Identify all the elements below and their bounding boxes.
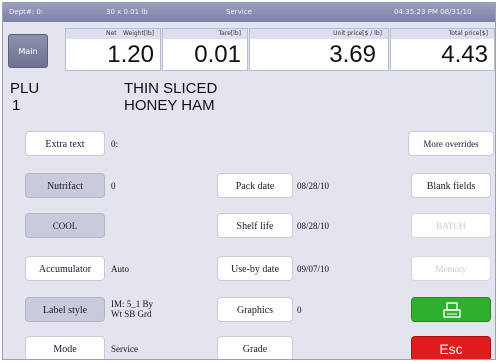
extra-text-value: 0: bbox=[111, 139, 119, 149]
mode-button[interactable]: Mode bbox=[25, 336, 105, 359]
tare-label: Tare[lb] bbox=[163, 29, 247, 39]
nutrifact-button[interactable]: Nutrifact bbox=[25, 173, 105, 198]
total-price-label: Total price[$] bbox=[391, 29, 494, 39]
plu-label: PLU bbox=[10, 80, 40, 97]
scale-capacity-text: 30 x 0.01 lb bbox=[106, 8, 148, 16]
total-price-box: Total price[$] 4.43 bbox=[390, 28, 495, 71]
graphics-value: 0 bbox=[297, 305, 302, 315]
use-by-date-value: 09/07/10 bbox=[297, 264, 330, 274]
printer-icon bbox=[443, 302, 461, 318]
plu-name-line1: THIN SLICED bbox=[124, 80, 218, 97]
net-label: Net bbox=[106, 30, 117, 37]
pack-date-value: 08/28/10 bbox=[297, 181, 330, 191]
graphics-button[interactable]: Graphics bbox=[217, 297, 293, 322]
label-style-button[interactable]: Label style bbox=[25, 297, 105, 322]
print-button[interactable] bbox=[411, 297, 491, 322]
plu-number: 1 bbox=[12, 97, 21, 114]
extra-text-button[interactable]: Extra text bbox=[25, 131, 105, 156]
label-style-value-line2: Wt SB Grd bbox=[111, 309, 152, 319]
plu-name-line2: HONEY HAM bbox=[124, 97, 215, 114]
mode-text: Service bbox=[226, 8, 252, 16]
unit-price-label: Unit price[$ / lb] bbox=[250, 29, 388, 39]
weight-value: 1.20 bbox=[107, 41, 154, 68]
unit-price-value: 3.69 bbox=[329, 41, 376, 68]
dept-text: Dept#: 0: bbox=[9, 8, 44, 16]
grade-button[interactable]: Grade bbox=[217, 336, 293, 359]
mode-value: Service bbox=[111, 344, 138, 354]
tare-box: Tare[lb] 0.01 bbox=[162, 28, 248, 71]
blank-fields-button[interactable]: Blank fields bbox=[411, 173, 491, 198]
scale-screen: Dept#: 0: 30 x 0.01 lb Service 04:35:23 … bbox=[2, 2, 496, 360]
accumulator-button[interactable]: Accumulator bbox=[25, 256, 105, 281]
batch-button[interactable]: BATCH bbox=[411, 213, 491, 238]
tare-value: 0.01 bbox=[194, 41, 241, 68]
total-price-value: 4.43 bbox=[441, 41, 488, 68]
main-button[interactable]: Main bbox=[8, 34, 48, 68]
esc-button[interactable]: Esc bbox=[411, 336, 491, 359]
status-bar: Dept#: 0: 30 x 0.01 lb Service 04:35:23 … bbox=[3, 3, 495, 22]
shelf-life-value: 08/28/10 bbox=[297, 221, 330, 231]
cool-button[interactable]: COOL bbox=[25, 213, 105, 238]
weight-box: Weight[lb] Net 1.20 bbox=[65, 28, 161, 71]
datetime-text: 04:35:23 PM 08/31/10 bbox=[394, 8, 472, 16]
use-by-date-button[interactable]: Use-by date bbox=[217, 256, 293, 281]
nutrifact-value: 0 bbox=[111, 181, 116, 191]
accumulator-value: Auto bbox=[111, 264, 129, 274]
pack-date-button[interactable]: Pack date bbox=[217, 173, 293, 198]
unit-price-box: Unit price[$ / lb] 3.69 bbox=[249, 28, 389, 71]
memory-button[interactable]: Memory bbox=[411, 256, 491, 281]
shelf-life-button[interactable]: Shelf life bbox=[217, 213, 293, 238]
more-overrides-button[interactable]: More overrides bbox=[408, 131, 494, 156]
